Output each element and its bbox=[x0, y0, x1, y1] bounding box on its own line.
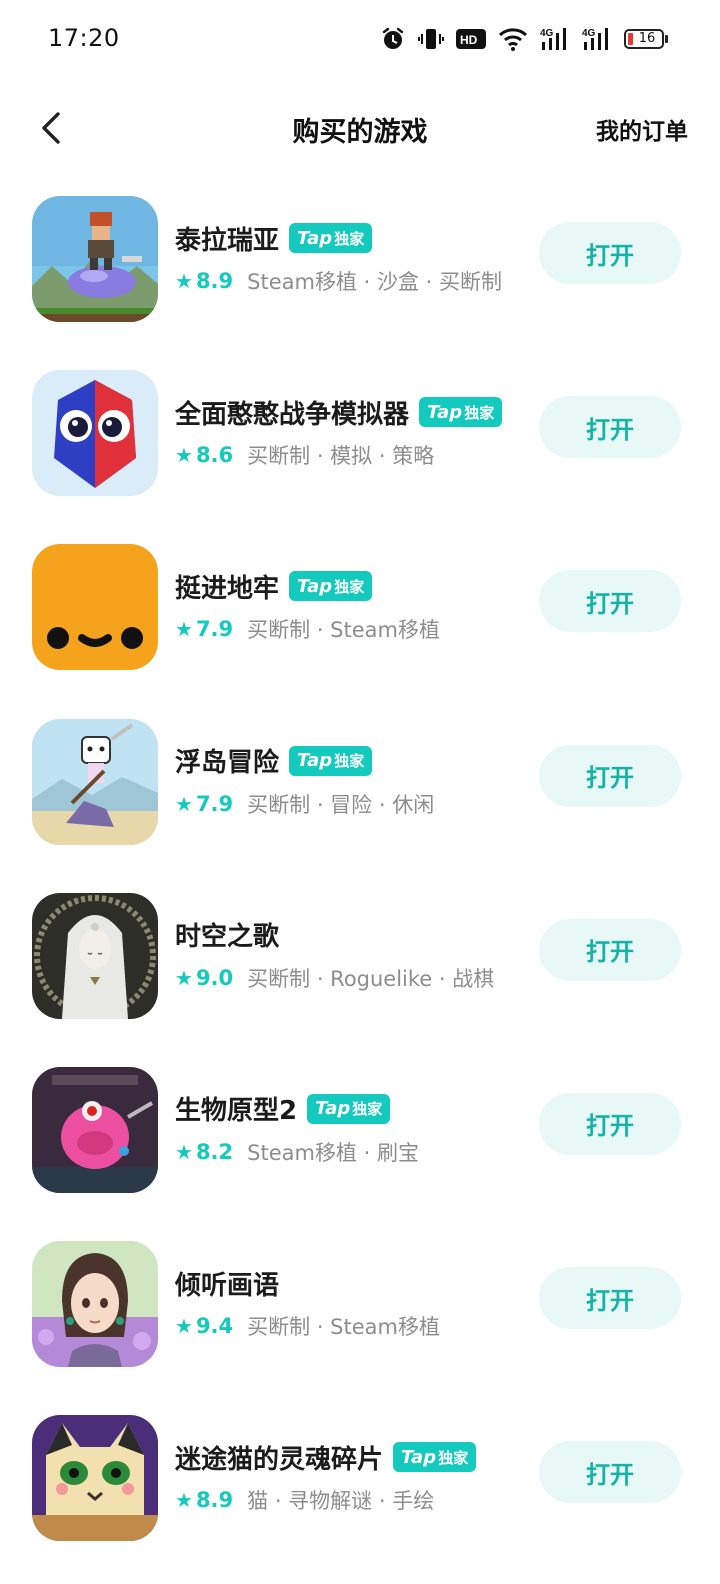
star-icon: ★ bbox=[175, 791, 193, 816]
game-icon-biological-prototype[interactable] bbox=[32, 1066, 158, 1193]
game-rating: 9.4 bbox=[195, 1314, 234, 1339]
open-button[interactable]: 打开 bbox=[539, 1092, 681, 1155]
game-icon-terraria[interactable] bbox=[32, 196, 158, 322]
list-item[interactable]: 生物原型2 Tap 独家 ★ 8.2 Steam移植 · 刷宝 打开 bbox=[0, 1045, 720, 1219]
status-icons: HD 4G 4G 16 bbox=[380, 22, 668, 56]
battery-icon: 16 bbox=[624, 29, 668, 49]
game-title: 泰拉瑞亚 bbox=[175, 225, 280, 256]
game-tags: 买断制 · Steam移植 bbox=[247, 618, 440, 643]
game-tags: Steam移植 · 刷宝 bbox=[247, 1140, 419, 1165]
game-title: 倾听画语 bbox=[175, 1270, 280, 1301]
game-rating: 7.9 bbox=[195, 791, 234, 816]
game-tags: Steam移植 · 沙盒 · 买断制 bbox=[247, 270, 503, 294]
star-icon: ★ bbox=[175, 443, 193, 468]
vibrate-icon bbox=[418, 26, 444, 52]
game-tags: 买断制 · Steam移植 bbox=[247, 1315, 440, 1340]
wifi-icon bbox=[498, 27, 528, 51]
game-icon-listen-painting[interactable] bbox=[32, 1241, 158, 1368]
star-icon: ★ bbox=[175, 617, 193, 642]
svg-text:4G: 4G bbox=[582, 28, 596, 39]
game-rating: 8.2 bbox=[195, 1139, 234, 1164]
tap-exclusive-badge: Tap 独家 bbox=[289, 745, 373, 776]
open-button[interactable]: 打开 bbox=[539, 1441, 681, 1504]
game-rating: 9.0 bbox=[195, 965, 234, 990]
list-item[interactable]: 时空之歌 ★ 9.0 买断制 · Roguelike · 战棋 打开 bbox=[0, 871, 720, 1045]
status-bar: 17:20 HD 4G 4G 16 bbox=[0, 0, 720, 80]
svg-text:4G: 4G bbox=[540, 28, 554, 39]
game-title: 迷途猫的灵魂碎片 bbox=[175, 1444, 384, 1475]
star-icon: ★ bbox=[175, 1488, 193, 1513]
alarm-icon bbox=[380, 26, 406, 52]
signal-4g-icon: 4G bbox=[540, 26, 570, 52]
status-time: 17:20 bbox=[48, 24, 120, 52]
game-tags: 买断制 · Roguelike · 战棋 bbox=[247, 966, 495, 991]
svg-text:HD: HD bbox=[460, 33, 478, 47]
game-tags: 买断制 · 冒险 · 休闲 bbox=[247, 792, 435, 817]
star-icon: ★ bbox=[175, 1314, 193, 1339]
game-title: 浮岛冒险 bbox=[175, 748, 280, 779]
game-rating: 8.9 bbox=[195, 1488, 234, 1513]
list-item[interactable]: 挺进地牢 Tap 独家 ★ 7.9 买断制 · Steam移植 打开 bbox=[0, 522, 720, 696]
game-rating: 8.6 bbox=[195, 443, 234, 468]
game-icon-song-of-time[interactable] bbox=[32, 892, 158, 1019]
purchased-games-list: 泰拉瑞亚 Tap 独家 ★ 8.9 Steam移植 · 沙盒 · 买断制 打开 全… bbox=[0, 174, 720, 1568]
signal-4g-icon: 4G bbox=[582, 26, 612, 52]
game-rating: 8.9 bbox=[195, 269, 234, 293]
my-orders-link[interactable]: 我的订单 bbox=[596, 112, 688, 146]
game-title: 生物原型2 bbox=[175, 1096, 298, 1127]
battery-level: 16 bbox=[638, 31, 656, 46]
game-title: 挺进地牢 bbox=[175, 573, 280, 604]
game-icon-floating-island[interactable] bbox=[32, 718, 158, 845]
game-title: 时空之歌 bbox=[175, 922, 280, 953]
list-item[interactable]: 浮岛冒险 Tap 独家 ★ 7.9 买断制 · 冒险 · 休闲 打开 bbox=[0, 697, 720, 871]
open-button[interactable]: 打开 bbox=[539, 744, 681, 807]
game-icon-lost-cat[interactable] bbox=[32, 1415, 158, 1542]
hd-icon: HD bbox=[456, 28, 486, 50]
game-icon-gungeon[interactable] bbox=[32, 544, 158, 671]
open-button[interactable]: 打开 bbox=[539, 222, 681, 284]
tap-exclusive-badge: Tap 独家 bbox=[289, 571, 373, 602]
game-tags: 猫 · 寻物解谜 · 手绘 bbox=[247, 1489, 435, 1514]
game-title: 全面憨憨战争模拟器 bbox=[175, 399, 410, 430]
open-button[interactable]: 打开 bbox=[539, 570, 681, 633]
star-icon: ★ bbox=[175, 965, 193, 990]
tap-exclusive-badge: Tap 独家 bbox=[307, 1093, 391, 1124]
top-bar: 购买的游戏 我的订单 bbox=[0, 88, 720, 168]
tap-exclusive-badge: Tap 独家 bbox=[289, 223, 373, 253]
game-tags: 买断制 · 模拟 · 策略 bbox=[247, 444, 435, 469]
game-icon-tabs[interactable] bbox=[32, 370, 158, 497]
tap-exclusive-badge: Tap 独家 bbox=[393, 1442, 477, 1473]
star-icon: ★ bbox=[175, 1139, 193, 1164]
open-button[interactable]: 打开 bbox=[539, 396, 681, 459]
list-item[interactable]: 倾听画语 ★ 9.4 买断制 · Steam移植 打开 bbox=[0, 1219, 720, 1393]
tap-exclusive-badge: Tap 独家 bbox=[419, 397, 503, 428]
star-icon: ★ bbox=[175, 269, 193, 293]
list-item[interactable]: 迷途猫的灵魂碎片 Tap 独家 ★ 8.9 猫 · 寻物解谜 · 手绘 打开 bbox=[0, 1393, 720, 1567]
game-rating: 7.9 bbox=[195, 617, 234, 642]
list-item[interactable]: 泰拉瑞亚 Tap 独家 ★ 8.9 Steam移植 · 沙盒 · 买断制 打开 bbox=[0, 174, 720, 348]
open-button[interactable]: 打开 bbox=[539, 1267, 681, 1330]
list-item[interactable]: 全面憨憨战争模拟器 Tap 独家 ★ 8.6 买断制 · 模拟 · 策略 打开 bbox=[0, 348, 720, 522]
open-button[interactable]: 打开 bbox=[539, 918, 681, 981]
